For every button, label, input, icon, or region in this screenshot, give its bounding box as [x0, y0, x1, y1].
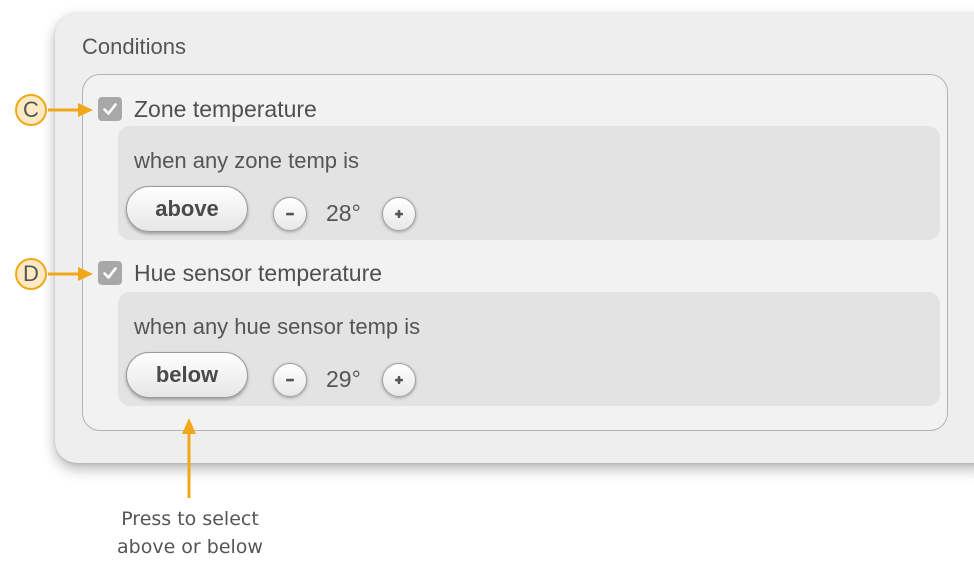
- arrow-c-head: [78, 103, 93, 117]
- callout-line-1: Press to select: [121, 508, 259, 530]
- arrow-d-head: [78, 267, 93, 281]
- arrow-callout-head: [182, 418, 196, 434]
- callout-line-2: above or below: [117, 536, 263, 558]
- stage: Conditions Zone temperature when any zon…: [0, 0, 974, 561]
- annotation-arrows: [48, 103, 196, 498]
- callout-text: Press to select above or below: [80, 505, 300, 561]
